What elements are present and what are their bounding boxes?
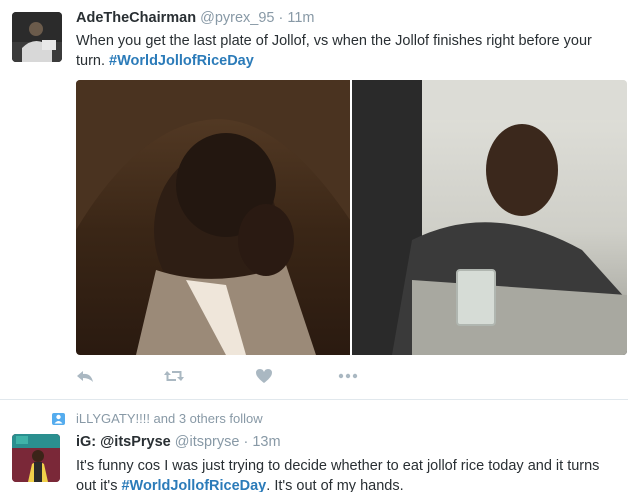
tweet-text: It's funny cos I was just trying to deci…	[76, 456, 621, 492]
follow-context-text[interactable]: iLLYGATY!!!! and 3 others follow	[76, 411, 263, 426]
author-name[interactable]: AdeTheChairman	[76, 10, 196, 26]
avatar[interactable]	[12, 12, 62, 62]
tweet-timestamp[interactable]: 11m	[287, 10, 314, 26]
author-handle[interactable]: @itspryse	[175, 434, 240, 450]
tweet-text: When you get the last plate of Jollof, v…	[76, 31, 621, 71]
media-photo-right[interactable]	[352, 80, 627, 355]
retweet-icon[interactable]	[163, 368, 185, 388]
tweet[interactable]: AdeTheChairman @pyrex_95 · 11m When you …	[0, 0, 628, 400]
heart-icon[interactable]	[255, 368, 273, 388]
reply-icon[interactable]	[76, 368, 94, 388]
media-photo-left[interactable]	[76, 80, 350, 355]
separator-dot: ·	[243, 434, 249, 450]
author-handle[interactable]: @pyrex_95	[200, 10, 274, 26]
tweet-header: AdeTheChairman @pyrex_95 · 11m	[76, 10, 315, 26]
tweet-timestamp[interactable]: 13m	[252, 434, 280, 450]
separator-dot: ·	[278, 10, 284, 26]
author-name[interactable]: iG: @itsPryse	[76, 434, 171, 450]
tweet-text-tail: . It's out of my hands.	[266, 478, 404, 492]
person-follow-icon	[52, 413, 65, 425]
avatar[interactable]	[12, 434, 60, 482]
media-grid	[76, 80, 627, 355]
more-dots-icon[interactable]	[338, 368, 358, 388]
tweet-header: iG: @itsPryse @itspryse · 13m	[76, 434, 281, 450]
hashtag-link[interactable]: #WorldJollofRiceDay	[109, 53, 254, 69]
hashtag-link[interactable]: #WorldJollofRiceDay	[121, 478, 266, 492]
tweet-actions	[76, 368, 376, 388]
